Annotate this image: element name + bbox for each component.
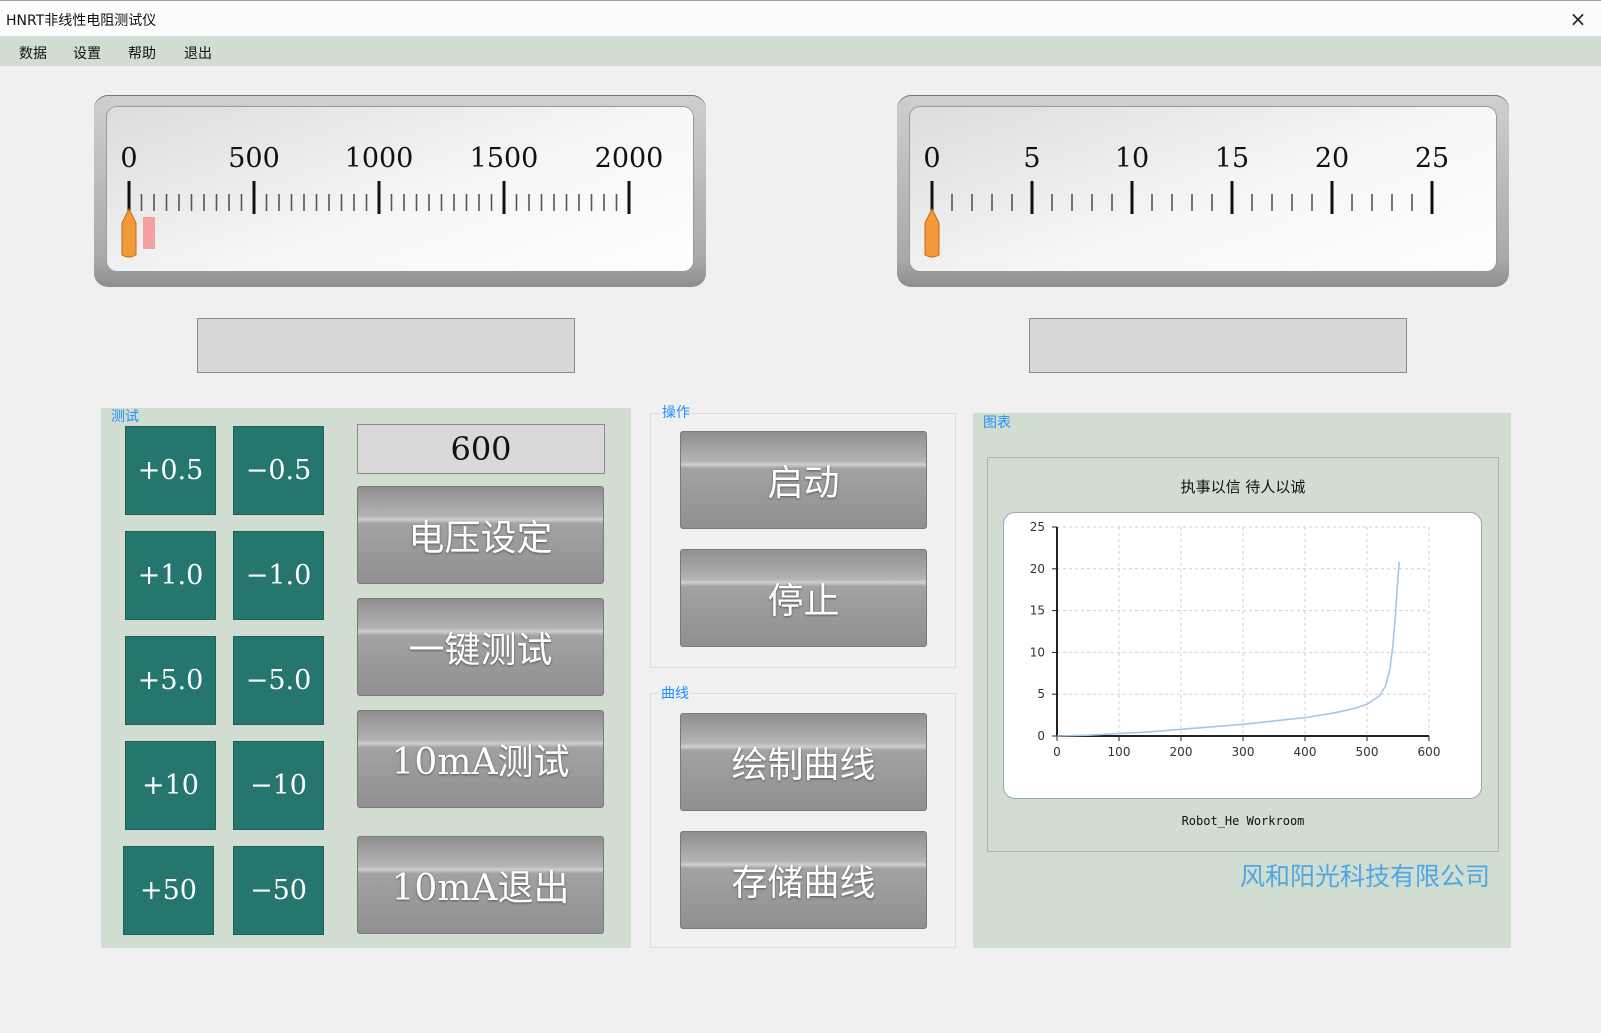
title-bar: HNRT非线性电阻测试仪 × xyxy=(0,0,1601,36)
chart-series-line xyxy=(1056,562,1401,737)
chart-title: 执事以信 待人以诚 xyxy=(1180,478,1306,496)
plus-10-button[interactable]: +10 xyxy=(125,741,216,830)
voltage-meter-tick-label: 500 xyxy=(228,143,280,174)
menu-data[interactable]: 数据 xyxy=(19,43,47,63)
plus-5.0-button[interactable]: +5.0 xyxy=(125,636,216,725)
voltage-set-button[interactable]: 电压设定 xyxy=(357,486,604,584)
voltage-meter-limit-marker xyxy=(143,217,155,249)
current-readout xyxy=(1029,318,1407,373)
chart-y-tick-label: 5 xyxy=(1037,687,1045,701)
chart-area: 0 100 200 300 400 500 600 0 5 10 15 20 25 xyxy=(1003,512,1482,799)
chart-y-tick-label: 20 xyxy=(1030,562,1045,576)
window-title: HNRT非线性电阻测试仪 xyxy=(6,13,157,29)
voltage-meter-tick-label: 2000 xyxy=(595,143,664,174)
voltage-meter-tick-label: 1500 xyxy=(470,143,539,174)
menu-bar: 数据 设置 帮助 退出 xyxy=(0,36,1601,66)
voltage-meter-tick-label: 0 xyxy=(120,143,137,174)
start-button[interactable]: 启动 xyxy=(680,431,927,529)
line-chart: 0 100 200 300 400 500 600 0 5 10 15 20 25 xyxy=(1030,520,1441,759)
current-meter-scale: 0 5 10 15 20 25 xyxy=(923,143,1449,258)
chart-y-tick-label: 25 xyxy=(1030,520,1045,534)
menu-help[interactable]: 帮助 xyxy=(128,43,156,63)
chart-y-tick-label: 0 xyxy=(1037,729,1045,743)
curve-group-label: 曲线 xyxy=(659,683,691,703)
plus-1.0-button[interactable]: +1.0 xyxy=(125,531,216,620)
current-meter-tick-label: 20 xyxy=(1315,143,1349,174)
voltage-value-field[interactable]: 600 xyxy=(357,424,605,474)
minus-1.0-button[interactable]: −1.0 xyxy=(233,531,324,620)
current-meter-tick-label: 5 xyxy=(1023,143,1040,174)
minus-0.5-button[interactable]: −0.5 xyxy=(233,426,324,515)
minus-50-button[interactable]: −50 xyxy=(233,846,324,935)
minus-5.0-button[interactable]: −5.0 xyxy=(233,636,324,725)
close-icon[interactable]: × xyxy=(1563,5,1593,33)
current-meter-pointer xyxy=(924,207,940,258)
company-name: 风和阳光科技有限公司 xyxy=(1239,862,1490,891)
chart-x-tick-label: 500 xyxy=(1356,745,1379,759)
voltage-readout xyxy=(197,318,575,373)
one-key-test-button[interactable]: 一键测试 xyxy=(357,598,604,696)
menu-exit[interactable]: 退出 xyxy=(184,43,212,63)
chart-x-tick-label: 300 xyxy=(1232,745,1255,759)
current-meter-tick-label: 15 xyxy=(1215,143,1249,174)
current-meter-tick-label: 0 xyxy=(923,143,940,174)
draw-curve-button[interactable]: 绘制曲线 xyxy=(680,713,927,811)
current-meter-tick-label: 10 xyxy=(1115,143,1149,174)
minus-10-button[interactable]: −10 xyxy=(233,741,324,830)
chart-footer: Robot_He Workroom xyxy=(1181,814,1305,828)
voltage-meter-tick-label: 1000 xyxy=(345,143,414,174)
plus-0.5-button[interactable]: +0.5 xyxy=(125,426,216,515)
10ma-exit-button[interactable]: 10mA退出 xyxy=(357,836,604,934)
current-meter-tick-label: 25 xyxy=(1415,143,1449,174)
chart-x-tick-label: 400 xyxy=(1294,745,1317,759)
chart-y-tick-label: 10 xyxy=(1030,645,1045,659)
test-group-label: 测试 xyxy=(111,409,139,425)
current-meter: 0 5 10 15 20 25 xyxy=(897,95,1509,287)
operation-group-label: 操作 xyxy=(660,402,692,422)
voltage-meter-pointer xyxy=(121,207,137,258)
voltage-meter-scale: 0 500 1000 1500 2000 xyxy=(120,143,664,258)
voltage-meter: 0 500 1000 1500 2000 xyxy=(94,95,706,287)
plus-50-button[interactable]: +50 xyxy=(123,846,214,935)
chart-y-tick-label: 15 xyxy=(1030,604,1045,618)
save-curve-button[interactable]: 存储曲线 xyxy=(680,831,927,929)
chart-x-tick-label: 100 xyxy=(1108,745,1131,759)
chart-group-label: 图表 xyxy=(983,415,1011,431)
chart-x-tick-label: 0 xyxy=(1053,745,1061,759)
10ma-test-button[interactable]: 10mA测试 xyxy=(357,710,604,808)
stop-button[interactable]: 停止 xyxy=(680,549,927,647)
menu-settings[interactable]: 设置 xyxy=(73,43,101,63)
chart-x-tick-label: 200 xyxy=(1170,745,1193,759)
chart-x-tick-label: 600 xyxy=(1418,745,1441,759)
